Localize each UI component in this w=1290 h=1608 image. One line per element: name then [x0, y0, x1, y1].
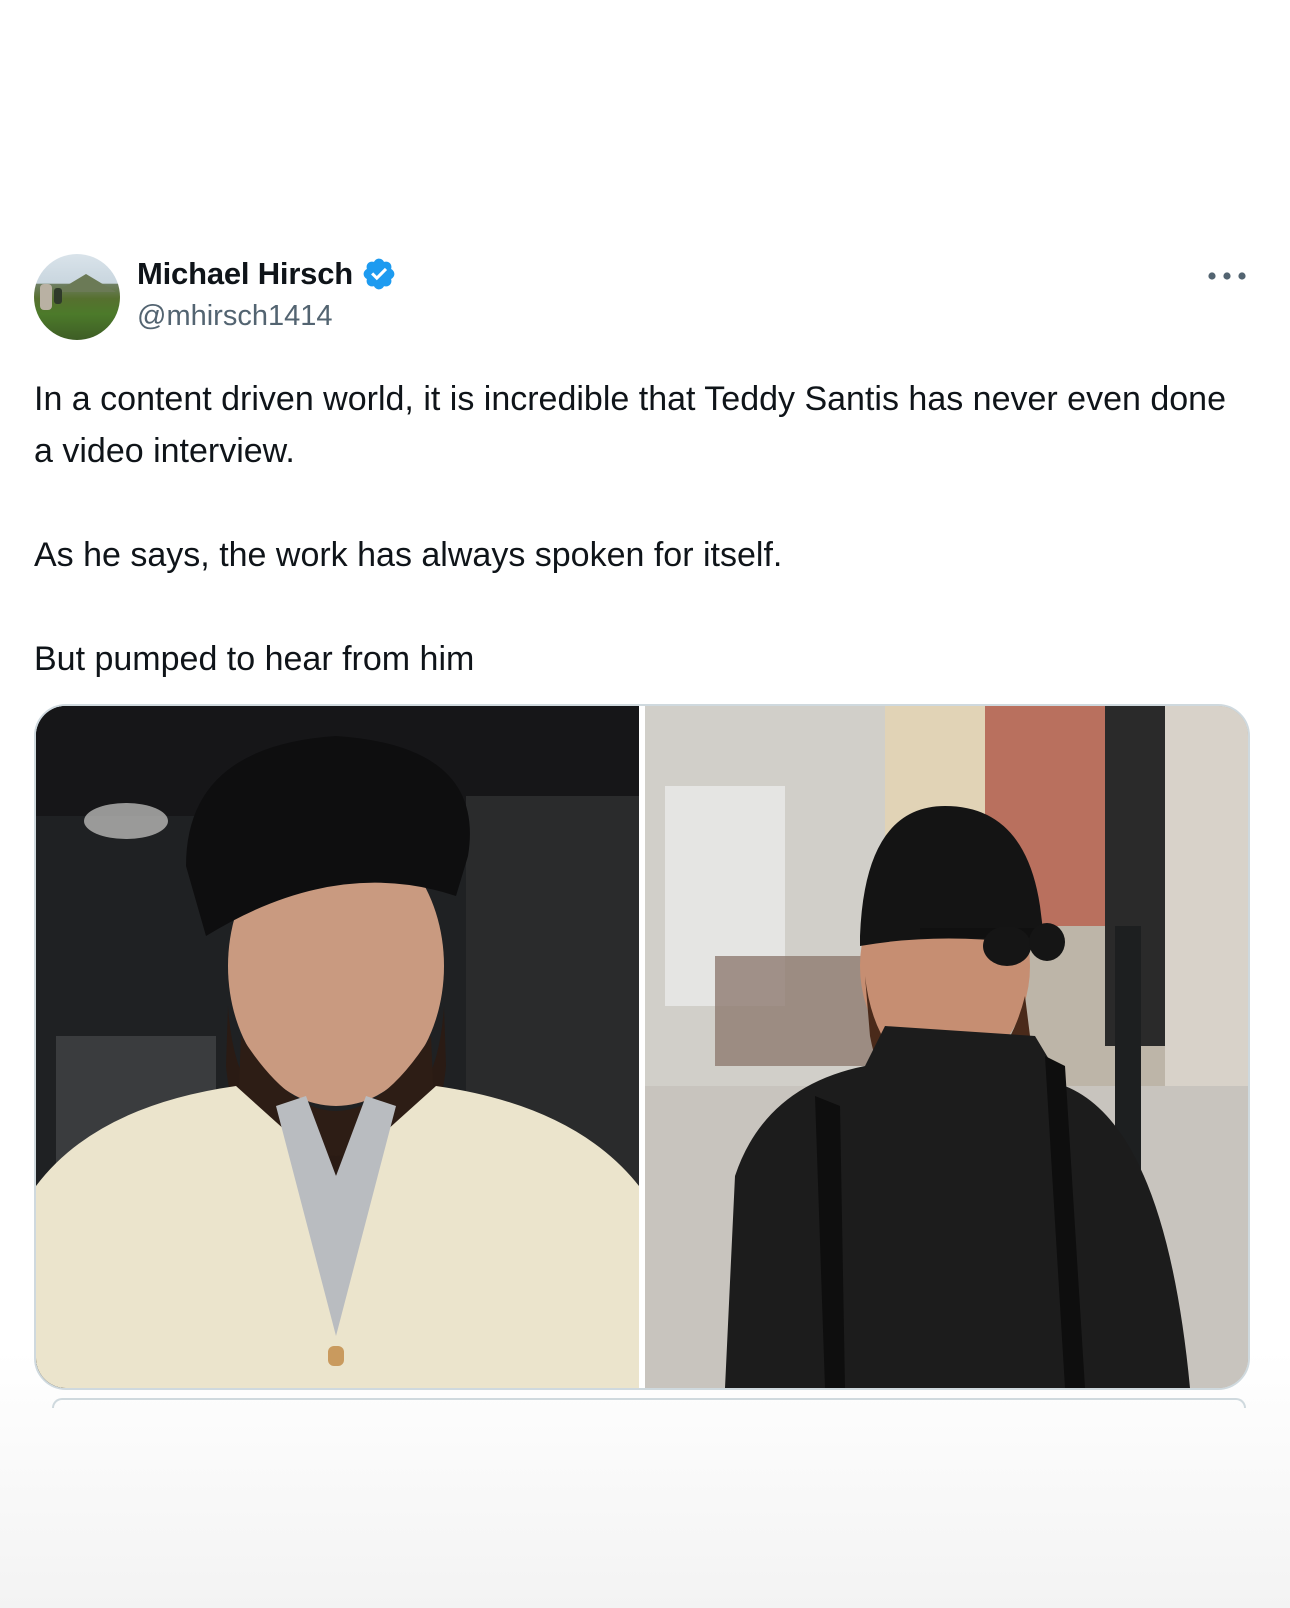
- tweet-paragraph: As he says, the work has always spoken f…: [34, 536, 783, 574]
- author-name[interactable]: Michael Hirsch: [137, 256, 353, 292]
- tweet-paragraph: But pumped to hear from him: [34, 640, 475, 678]
- portrait-illustration: [36, 706, 639, 1388]
- quoted-card-edge: [52, 1398, 1246, 1408]
- media-grid: [34, 704, 1250, 1390]
- tweet: Michael Hirsch @mhirsch1414 In a content…: [0, 0, 1290, 1608]
- verified-badge-icon: [363, 258, 395, 290]
- author-name-row: Michael Hirsch: [137, 256, 397, 292]
- avatar-statue: [40, 284, 52, 310]
- portrait-photo-cardigan[interactable]: [36, 706, 639, 1388]
- street-photo-sunglasses[interactable]: [645, 706, 1248, 1388]
- street-illustration: [645, 706, 1248, 1388]
- avatar-figure: [54, 288, 62, 304]
- tweet-text: In a content driven world, it is incredi…: [34, 373, 1234, 685]
- more-options-icon[interactable]: [1205, 262, 1249, 290]
- avatar-mountain: [56, 274, 116, 292]
- author-handle[interactable]: @mhirsch1414: [137, 300, 332, 333]
- tweet-paragraph: In a content driven world, it is incredi…: [34, 380, 1226, 470]
- author-avatar[interactable]: [34, 254, 120, 340]
